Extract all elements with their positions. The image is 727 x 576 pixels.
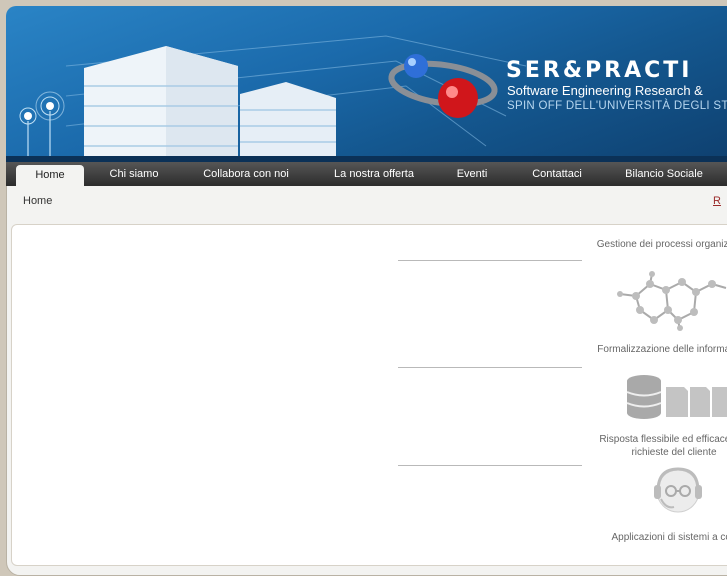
breadcrumb[interactable]: Home xyxy=(23,195,52,207)
building-icon xyxy=(84,46,336,156)
nav-item-collabora[interactable]: Collabora con noi xyxy=(190,162,302,186)
nav-item-contattaci[interactable]: Contattaci xyxy=(516,162,598,186)
feature-label: Formalizzazione delle informazioni xyxy=(597,344,727,355)
database-documents-icon xyxy=(626,375,727,419)
antenna-icon xyxy=(19,91,65,156)
nav-item-offerta[interactable]: La nostra offerta xyxy=(318,162,430,186)
site-title: SER&PRACTI xyxy=(506,58,693,83)
site-subtitle: Software Engineering Research & xyxy=(507,83,703,98)
divider xyxy=(398,465,582,466)
header-banner: SER&PRACTI Software Engineering Research… xyxy=(6,6,727,162)
nav-item-eventi[interactable]: Eventi xyxy=(442,162,502,186)
nav-item-chi-siamo[interactable]: Chi siamo xyxy=(96,162,172,186)
nav-item-home[interactable]: Home xyxy=(16,165,84,186)
breadcrumb-right-link[interactable]: R xyxy=(713,195,721,207)
feature-label: Applicazioni di sistemi a con xyxy=(611,532,727,543)
divider xyxy=(398,367,582,368)
divider xyxy=(398,260,582,261)
main-nav: Home Chi siamo Collabora con noi La nost… xyxy=(6,162,727,186)
feature-label: Gestione dei processi organizzativi xyxy=(596,239,727,250)
nav-item-bilancio[interactable]: Bilancio Sociale xyxy=(614,162,714,186)
spin-off-tagline: SPIN OFF DELL'UNIVERSITÀ DEGLI ST xyxy=(507,100,727,112)
molecule-network-icon xyxy=(617,271,727,331)
feature-label: Risposta flessibile ed efficace alle ric… xyxy=(599,434,727,458)
headset-face-icon xyxy=(654,467,702,513)
